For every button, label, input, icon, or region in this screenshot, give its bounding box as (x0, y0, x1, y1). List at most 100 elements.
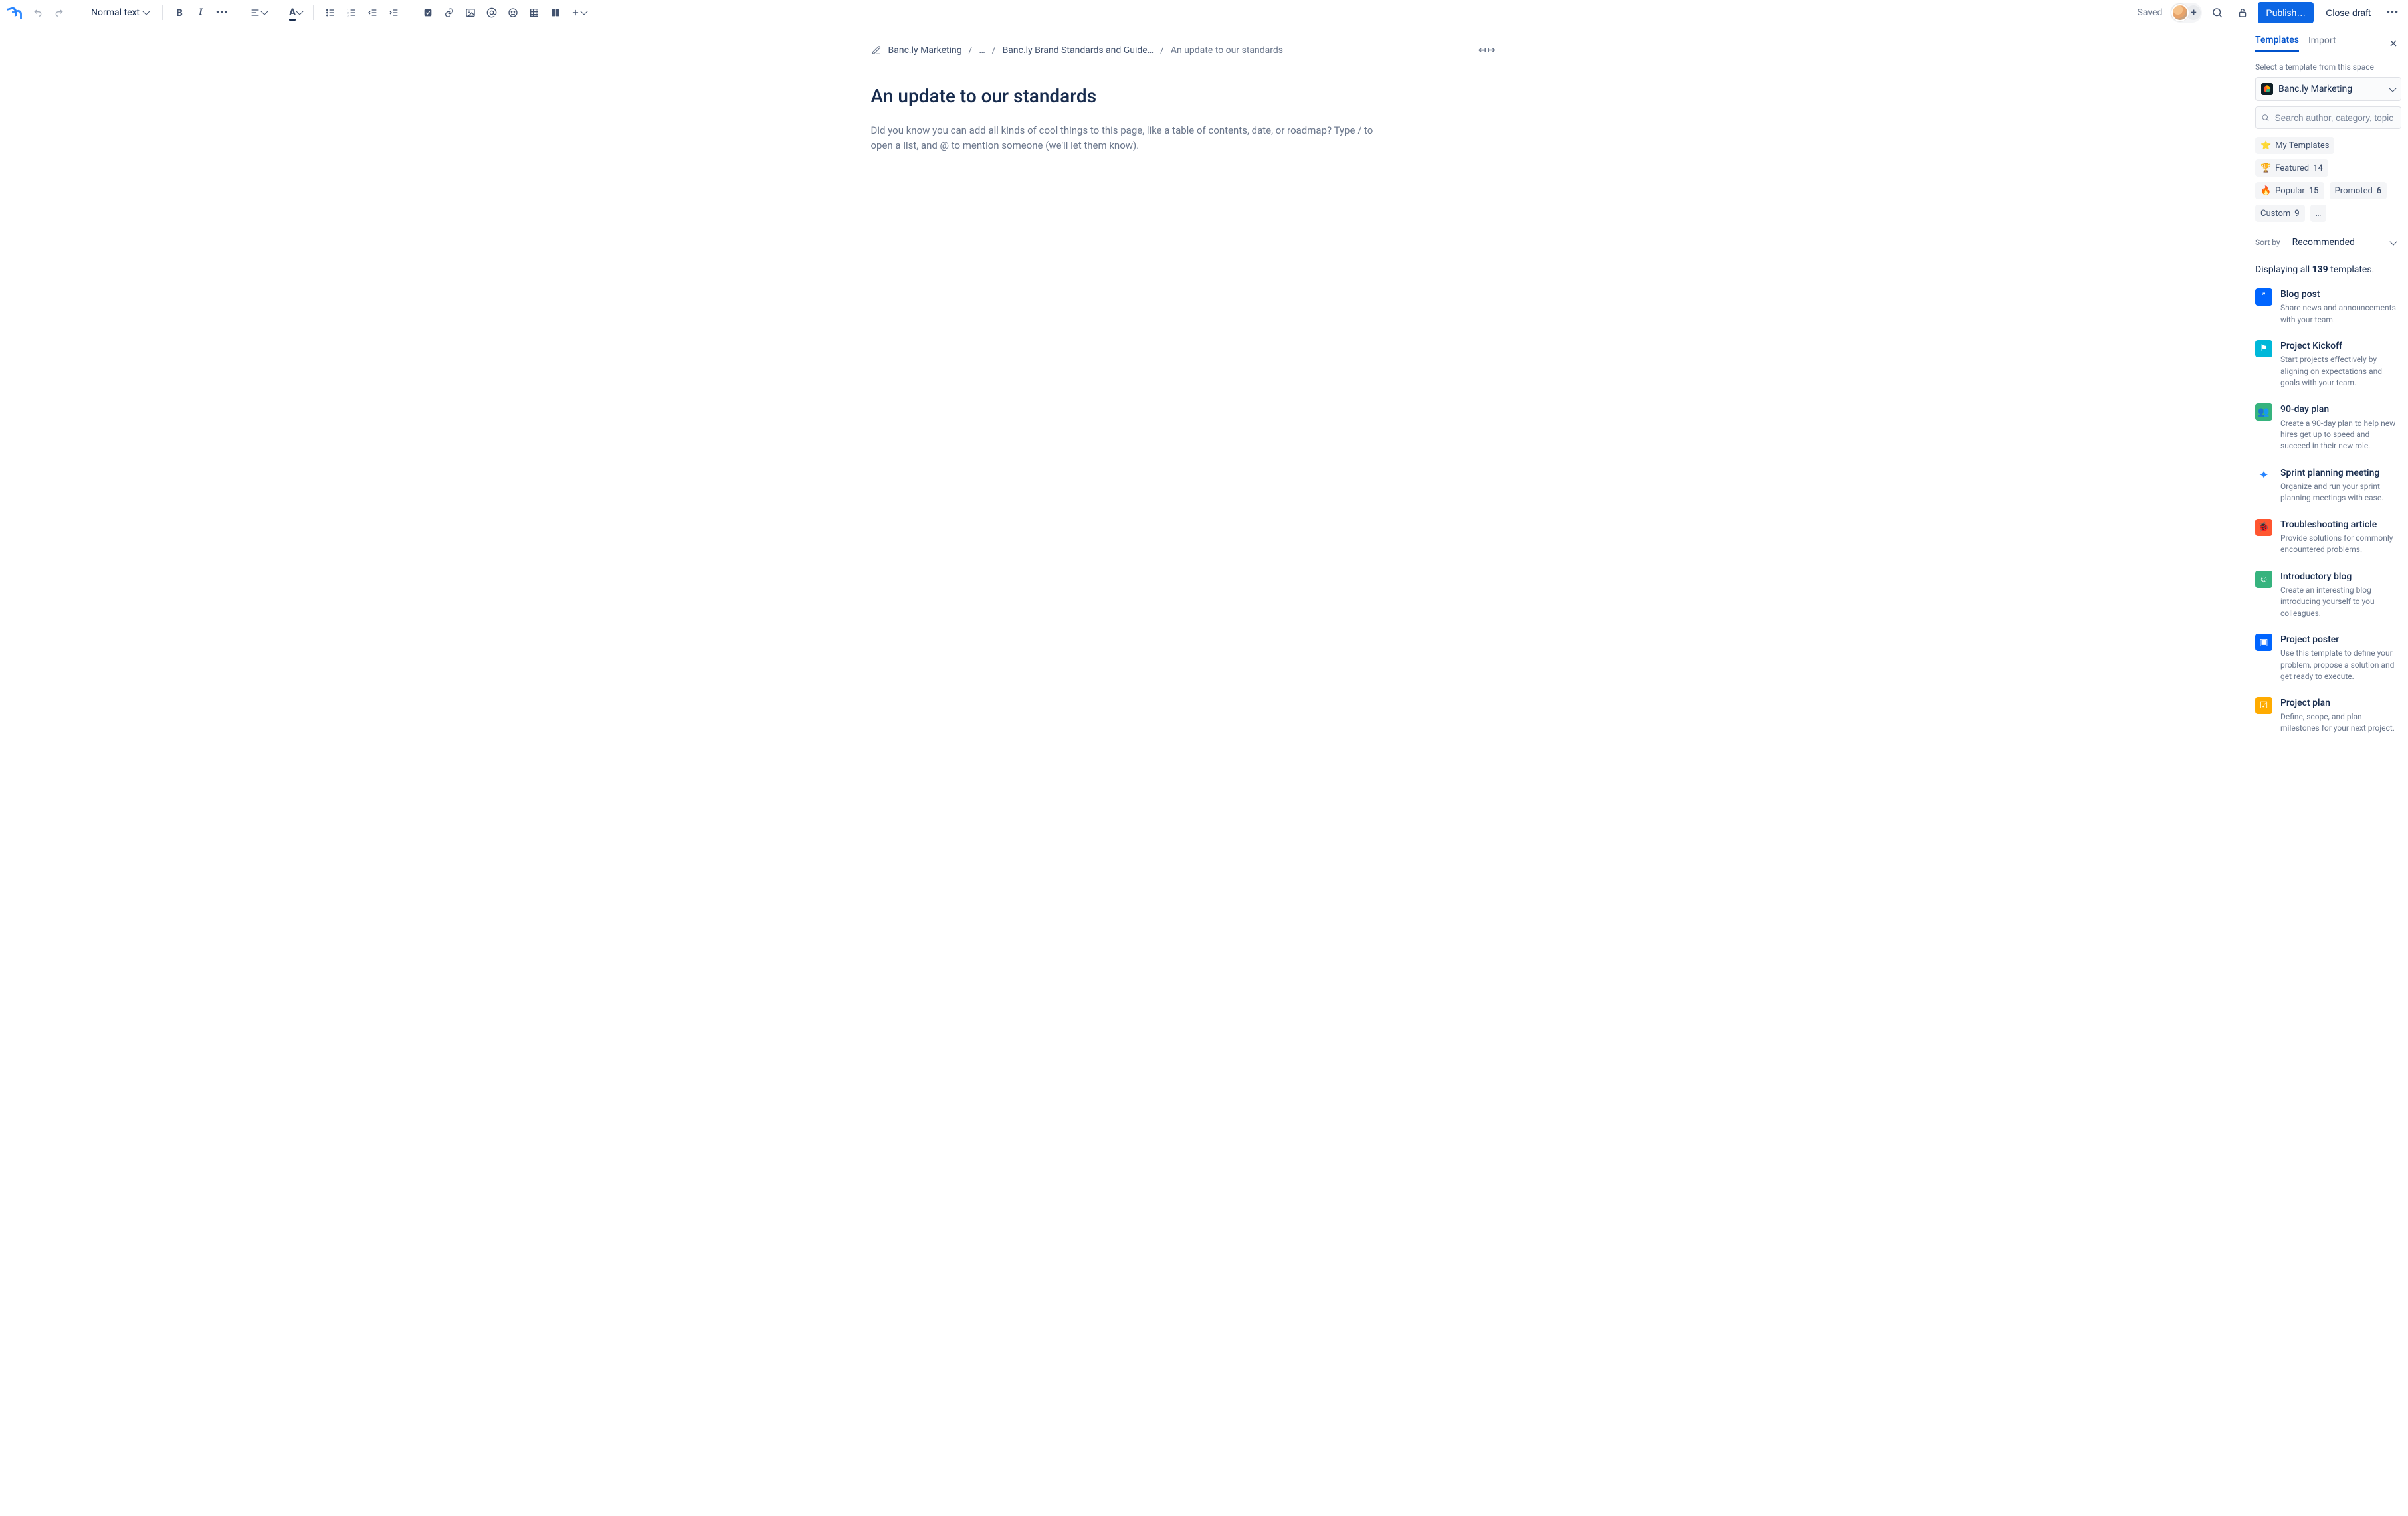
indent-button[interactable] (384, 3, 404, 23)
template-item[interactable]: 👥 90-day plan Create a 90-day plan to help… (2255, 397, 2400, 460)
link-button[interactable] (439, 3, 459, 23)
breadcrumb-item[interactable]: Banc.ly Brand Standards and Guide… (1003, 45, 1154, 56)
template-title: Project Kickoff (2280, 340, 2400, 352)
italic-button[interactable]: I (191, 3, 211, 23)
sort-dropdown[interactable]: Recommended (2287, 233, 2401, 252)
filter-chip[interactable]: Promoted 6 (2330, 182, 2387, 199)
template-item[interactable]: ✦Sprint planning meetingOrganize and run… (2255, 460, 2400, 512)
template-icon: ” (2255, 288, 2272, 306)
align-dropdown[interactable] (246, 3, 271, 23)
template-item[interactable]: ☺ Introductory blog Create an interesting … (2255, 564, 2400, 627)
action-item-button[interactable] (418, 3, 438, 23)
template-search[interactable] (2255, 106, 2401, 129)
filter-chip[interactable]: 🔥Popular15 (2255, 182, 2324, 199)
more-formatting-button[interactable]: ••• (212, 3, 232, 23)
space-name: Banc.ly Marketing (2278, 84, 2385, 94)
search-icon (2261, 113, 2270, 122)
chip-count: 14 (2313, 163, 2323, 173)
bold-button[interactable]: B (169, 3, 189, 23)
more-actions-button[interactable]: ••• (2383, 3, 2403, 23)
template-title: 90-day plan (2280, 403, 2400, 415)
toolbar-separator (162, 5, 163, 20)
template-title: Project plan (2280, 697, 2400, 709)
close-panel-button[interactable] (2385, 35, 2401, 51)
svg-text:3: 3 (348, 13, 349, 17)
breadcrumb-current: An update to our standards (1171, 45, 1283, 56)
template-description: Create an interesting blog introducing y… (2280, 585, 2400, 619)
filter-chip[interactable]: ⭐ My Templates (2255, 137, 2334, 154)
close-draft-button[interactable]: Close draft (2319, 2, 2377, 23)
templates-panel: Templates Import Select a template from … (2247, 25, 2408, 1516)
page-width-toggle[interactable]: ↤↦ (1478, 45, 1495, 56)
template-icon: ☺ (2255, 571, 2272, 588)
find-button[interactable] (2207, 3, 2227, 23)
image-button[interactable] (460, 3, 480, 23)
collaborators[interactable]: + (2170, 3, 2202, 23)
template-item[interactable]: ”Blog postShare news and announcements w… (2255, 282, 2400, 333)
numbered-list-button[interactable]: 123 (342, 3, 361, 23)
template-icon: 👥 (2255, 403, 2272, 421)
chevron-down-icon (142, 7, 150, 15)
breadcrumb-separator: / (1160, 45, 1164, 56)
edit-icon (871, 45, 882, 56)
save-status: Saved (2138, 7, 2163, 18)
template-filter-chips: ⭐ My Templates 🏆Featured14 🔥Popular15 Promot… (2255, 137, 2401, 222)
template-description: Use this template to define your problem… (2280, 648, 2400, 682)
breadcrumb-item[interactable]: Banc.ly Marketing (888, 45, 962, 56)
chip-label: Promoted (2335, 186, 2373, 196)
editor-placeholder[interactable]: Did you know you can add all kinds of co… (871, 123, 1376, 154)
app-logo (5, 3, 24, 22)
template-description: Define, scope, and plan milestones for y… (2280, 711, 2400, 735)
filter-chip[interactable]: 🏆Featured14 (2255, 159, 2328, 177)
chevron-down-icon (2389, 238, 2397, 245)
chip-label: … (2316, 209, 2322, 219)
undo-button[interactable] (28, 3, 48, 23)
page-title[interactable]: An update to our standards (871, 85, 1376, 107)
insert-dropdown[interactable] (567, 3, 591, 23)
template-search-input[interactable] (2274, 112, 2395, 124)
template-item[interactable]: ⚑Project KickoffStart projects effective… (2255, 333, 2400, 397)
text-color-dropdown[interactable]: A (285, 3, 306, 23)
chip-emoji-icon: 🔥 (2260, 186, 2271, 196)
template-item[interactable]: 🐞 Troubleshooting article Provide solution… (2255, 512, 2400, 564)
text-style-dropdown[interactable]: Normal text (83, 3, 155, 23)
template-description: Create a 90-day plan to help new hires g… (2280, 418, 2400, 452)
template-item[interactable]: ☑ Project plan Define, scope, and plan mil… (2255, 690, 2400, 742)
template-list: ”Blog postShare news and announcements w… (2255, 282, 2401, 1516)
chevron-down-icon (260, 7, 268, 15)
emoji-button[interactable] (503, 3, 523, 23)
table-button[interactable] (524, 3, 544, 23)
template-description: Provide solutions for commonly encounter… (2280, 533, 2400, 556)
tab-templates[interactable]: Templates (2255, 35, 2299, 52)
filter-chip[interactable]: Custom9 (2255, 205, 2305, 222)
template-title: Sprint planning meeting (2280, 467, 2400, 479)
editor-area[interactable]: Banc.ly Marketing / … / Banc.ly Brand St… (0, 25, 2247, 1516)
chip-label: My Templates (2275, 141, 2329, 151)
template-title: Project poster (2280, 634, 2400, 646)
template-icon: 🐞 (2255, 519, 2272, 536)
chip-emoji-icon: 🏆 (2260, 163, 2271, 173)
tab-import[interactable]: Import (2308, 35, 2336, 51)
redo-button[interactable] (49, 3, 69, 23)
chip-count: 6 (2377, 186, 2381, 196)
template-title: Introductory blog (2280, 571, 2400, 583)
template-description: Share news and announcements with your t… (2280, 302, 2400, 326)
sort-value: Recommended (2292, 237, 2355, 248)
filter-chip[interactable]: … (2310, 205, 2327, 222)
text-style-label: Normal text (91, 7, 140, 18)
layouts-button[interactable] (546, 3, 565, 23)
user-avatar (2171, 4, 2189, 21)
template-icon: ☑ (2255, 697, 2272, 714)
sort-by-label: Sort by (2255, 238, 2280, 247)
breadcrumb-item[interactable]: … (979, 45, 985, 56)
restrictions-button[interactable] (2233, 3, 2253, 23)
mention-button[interactable] (482, 3, 502, 23)
outdent-button[interactable] (363, 3, 383, 23)
publish-button[interactable]: Publish… (2258, 2, 2314, 23)
chip-emoji-icon: ⭐ (2260, 141, 2271, 151)
template-item[interactable]: ▣Project posterUse this template to defi… (2255, 627, 2400, 690)
space-selector[interactable]: Banc.ly Marketing (2255, 77, 2401, 101)
template-count-line: Displaying all 139 templates. (2255, 264, 2401, 275)
template-title: Troubleshooting article (2280, 519, 2400, 531)
bullet-list-button[interactable] (320, 3, 340, 23)
